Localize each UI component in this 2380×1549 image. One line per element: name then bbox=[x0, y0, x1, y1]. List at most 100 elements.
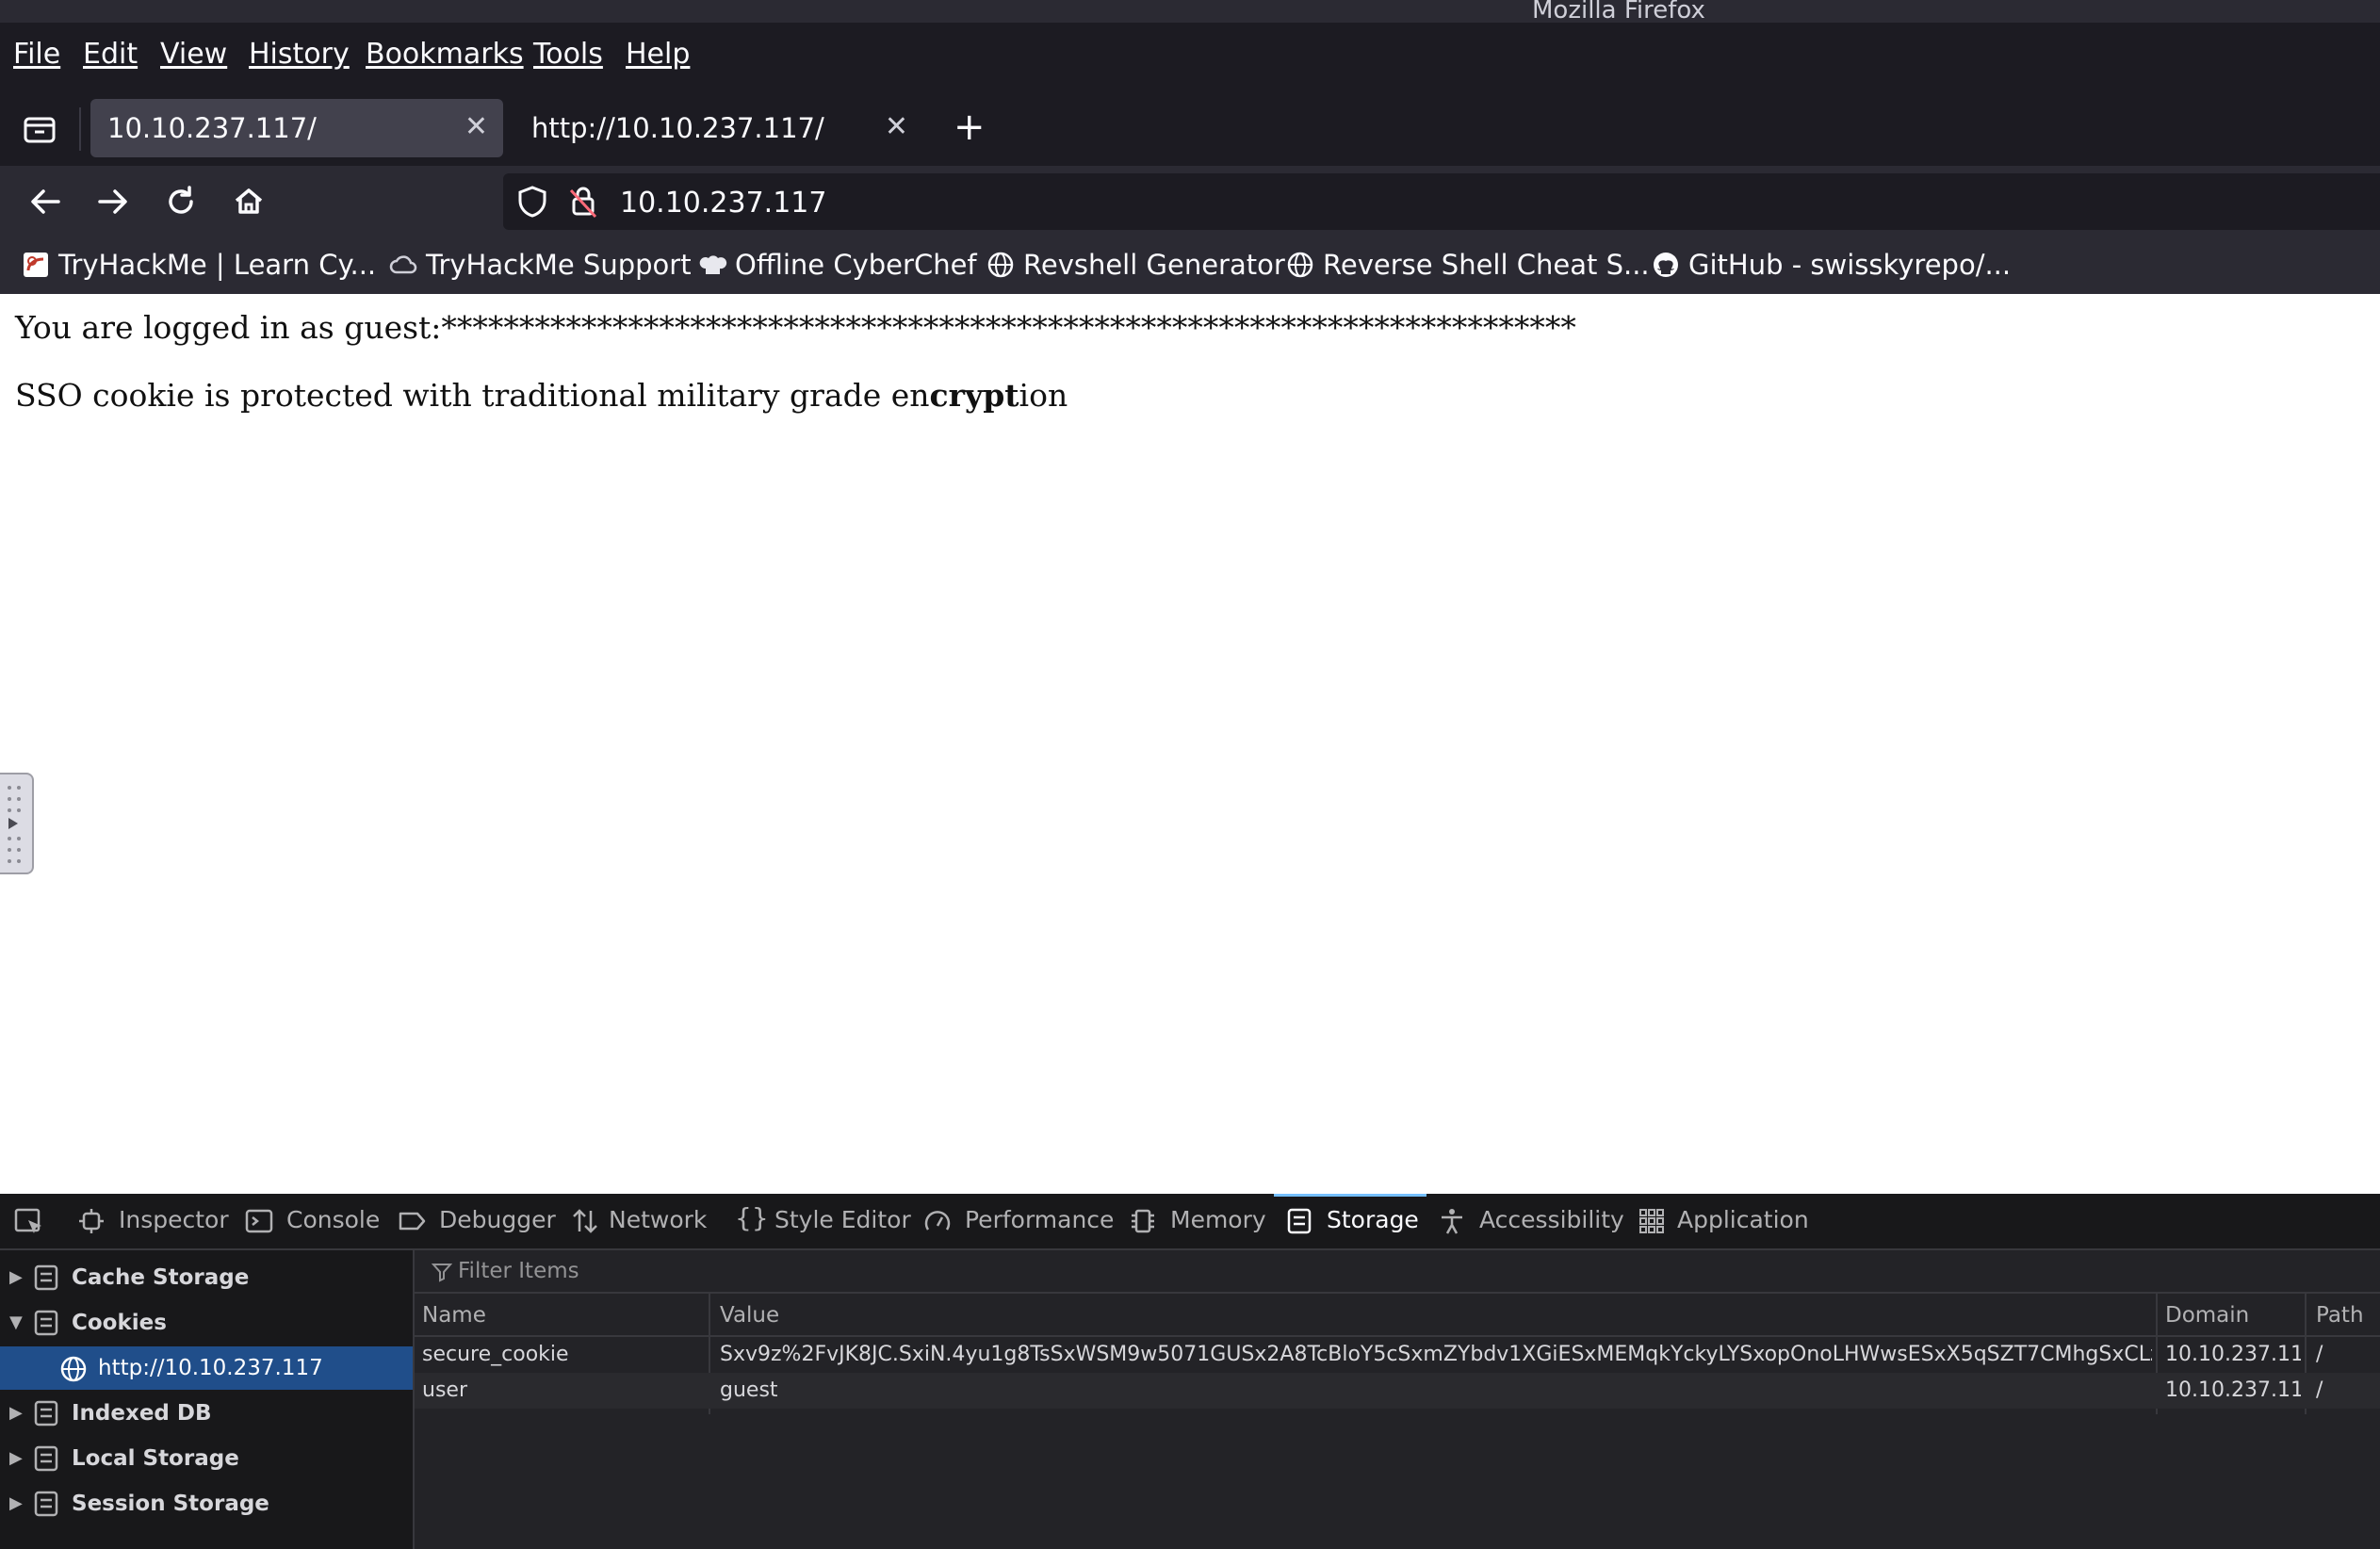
column-header-name[interactable]: Name bbox=[422, 1303, 486, 1328]
menu-edit[interactable]: Edit bbox=[83, 38, 138, 71]
bookmark-label: Reverse Shell Cheat S... bbox=[1323, 249, 1650, 281]
devtools-tab-debugger[interactable]: Debugger bbox=[398, 1194, 556, 1248]
tab-label: Performance bbox=[965, 1206, 1115, 1233]
reload-icon[interactable] bbox=[158, 179, 204, 224]
insecure-lock-icon[interactable] bbox=[567, 185, 599, 222]
login-status-text: You are logged in as guest:*************… bbox=[15, 309, 1576, 346]
performance-icon bbox=[923, 1207, 952, 1235]
braces-icon: {} bbox=[735, 1202, 769, 1233]
cookie-name-cell[interactable]: user bbox=[422, 1378, 705, 1402]
url-text[interactable]: 10.10.237.117 bbox=[620, 187, 826, 220]
inspector-icon bbox=[77, 1207, 106, 1235]
tab-separator bbox=[79, 107, 81, 151]
tree-item-session-storage[interactable]: ▶ Session Storage bbox=[0, 1482, 413, 1525]
home-icon[interactable] bbox=[226, 179, 271, 224]
menu-file[interactable]: File bbox=[13, 38, 60, 71]
window-title: Mozilla Firefox bbox=[1532, 0, 1705, 24]
bookmark-item[interactable]: Revshell Generator bbox=[986, 249, 1285, 281]
storage-icon bbox=[1285, 1207, 1313, 1235]
tab-label: http://10.10.237.117/ bbox=[531, 112, 824, 144]
tab-label: Application bbox=[1677, 1206, 1809, 1233]
tree-item-cookies[interactable]: ▼ Cookies bbox=[0, 1301, 413, 1345]
bookmark-label: GitHub - swisskyrepo/... bbox=[1688, 249, 2012, 281]
bookmark-item[interactable]: TryHackMe Support bbox=[388, 249, 692, 281]
close-icon[interactable]: ✕ bbox=[885, 110, 908, 143]
new-tab-icon[interactable]: + bbox=[954, 106, 986, 149]
cookie-domain-cell[interactable]: 10.10.237.117 bbox=[2165, 1378, 2301, 1402]
tree-label: Local Storage bbox=[72, 1446, 239, 1471]
devtools-toolbar: Inspector Console Debugger Network {} St… bbox=[0, 1194, 2380, 1250]
cookie-value-cell[interactable]: guest bbox=[720, 1378, 2152, 1402]
menu-bookmarks[interactable]: Bookmarks bbox=[366, 38, 524, 71]
window-titlebar: Mozilla Firefox bbox=[0, 0, 2380, 24]
cookie-value-cell[interactable]: Sxv9z%2FvJK8JC.SxiN.4yu1g8TsSxWSM9w5071G… bbox=[720, 1343, 2152, 1366]
database-icon bbox=[34, 1445, 58, 1472]
menu-tools[interactable]: Tools bbox=[533, 38, 603, 71]
table-row[interactable]: user guest 10.10.237.117 / bbox=[415, 1373, 2380, 1409]
devtools-tab-accessibility[interactable]: Accessibility bbox=[1438, 1194, 1624, 1248]
devtools-tab-memory[interactable]: Memory bbox=[1129, 1194, 1270, 1248]
cookie-path-cell[interactable]: / bbox=[2316, 1378, 2354, 1402]
pick-element-icon[interactable] bbox=[13, 1207, 45, 1241]
devtools-tab-network[interactable]: Network bbox=[571, 1194, 712, 1248]
cookie-info-text: SSO cookie is protected with traditional… bbox=[15, 377, 1068, 414]
tab-label: Console bbox=[286, 1206, 381, 1233]
tree-item-indexed-db[interactable]: ▶ Indexed DB bbox=[0, 1392, 413, 1435]
tab-inactive[interactable]: http://10.10.237.117/ ✕ bbox=[514, 99, 923, 157]
devtools-tab-storage[interactable]: Storage bbox=[1274, 1194, 1426, 1248]
collapse-arrow-icon[interactable]: ▼ bbox=[9, 1313, 23, 1332]
devtools-tab-performance[interactable]: Performance bbox=[923, 1194, 1115, 1248]
cookie-path-cell[interactable]: / bbox=[2316, 1343, 2354, 1366]
tab-label: Memory bbox=[1170, 1206, 1266, 1233]
sidebar-handle[interactable] bbox=[0, 773, 34, 874]
tab-label: Style Editor bbox=[774, 1206, 911, 1233]
devtools-tab-application[interactable]: Application bbox=[1638, 1194, 1809, 1248]
cookie-name-cell[interactable]: secure_cookie bbox=[422, 1343, 705, 1366]
grid-icon bbox=[1638, 1207, 1666, 1235]
devtools-tab-console[interactable]: Console bbox=[245, 1194, 381, 1248]
storage-tree: ▶ Cache Storage ▼ Cookies http://10.10.2… bbox=[0, 1250, 415, 1549]
menu-help[interactable]: Help bbox=[626, 38, 690, 71]
tree-label: http://10.10.237.117 bbox=[98, 1356, 323, 1380]
bookmark-label: Offline CyberChef bbox=[735, 249, 977, 281]
shield-icon[interactable] bbox=[516, 185, 548, 222]
github-icon bbox=[1651, 250, 1681, 280]
column-header-value[interactable]: Value bbox=[720, 1303, 779, 1328]
tree-item-cookie-host[interactable]: http://10.10.237.117 bbox=[0, 1346, 413, 1390]
bookmark-item[interactable]: GitHub - swisskyrepo/... bbox=[1651, 249, 2011, 281]
back-icon[interactable] bbox=[23, 179, 68, 224]
forward-icon[interactable] bbox=[90, 179, 136, 224]
accessibility-icon bbox=[1438, 1207, 1466, 1235]
expand-arrow-icon[interactable]: ▶ bbox=[9, 1267, 23, 1287]
address-bar[interactable]: 10.10.237.117 bbox=[503, 173, 2380, 230]
firefox-view-icon[interactable] bbox=[21, 109, 58, 147]
filter-input[interactable]: Filter Items bbox=[458, 1259, 579, 1283]
cookie-table-panel: Filter Items Name Value Domain Path secu… bbox=[415, 1250, 2380, 1549]
expand-arrow-icon[interactable]: ▶ bbox=[9, 1493, 23, 1513]
column-header-domain[interactable]: Domain bbox=[2165, 1303, 2249, 1328]
tab-label: Inspector bbox=[119, 1206, 229, 1233]
close-icon[interactable]: ✕ bbox=[465, 110, 488, 143]
database-icon bbox=[34, 1264, 58, 1291]
bookmark-item[interactable]: TryHackMe | Learn Cy... bbox=[21, 249, 376, 281]
tryhackme-icon bbox=[21, 250, 51, 280]
bookmark-label: TryHackMe | Learn Cy... bbox=[58, 249, 377, 281]
tree-item-local-storage[interactable]: ▶ Local Storage bbox=[0, 1437, 413, 1480]
column-header-path[interactable]: Path bbox=[2316, 1303, 2364, 1328]
devtools-tab-style-editor[interactable]: {} Style Editor bbox=[735, 1194, 911, 1248]
table-row[interactable]: secure_cookie Sxv9z%2FvJK8JC.SxiN.4yu1g8… bbox=[415, 1337, 2380, 1373]
expand-arrow-icon[interactable]: ▶ bbox=[9, 1448, 23, 1468]
globe-icon bbox=[1285, 250, 1315, 280]
menu-view[interactable]: View bbox=[160, 38, 227, 71]
tab-active[interactable]: 10.10.237.117/ ✕ bbox=[90, 99, 503, 157]
menu-history[interactable]: History bbox=[249, 38, 350, 71]
cookie-domain-cell[interactable]: 10.10.237.117 bbox=[2165, 1343, 2301, 1366]
expand-arrow-icon[interactable]: ▶ bbox=[9, 1403, 23, 1423]
tab-label: Network bbox=[609, 1206, 708, 1233]
tree-item-cache-storage[interactable]: ▶ Cache Storage bbox=[0, 1256, 413, 1299]
bookmark-item[interactable]: Offline CyberChef bbox=[697, 249, 977, 281]
devtools-panel: Inspector Console Debugger Network {} St… bbox=[0, 1194, 2380, 1549]
bookmark-item[interactable]: Reverse Shell Cheat S... bbox=[1285, 249, 1650, 281]
filter-bar[interactable]: Filter Items bbox=[415, 1250, 2380, 1294]
devtools-tab-inspector[interactable]: Inspector bbox=[77, 1194, 229, 1248]
